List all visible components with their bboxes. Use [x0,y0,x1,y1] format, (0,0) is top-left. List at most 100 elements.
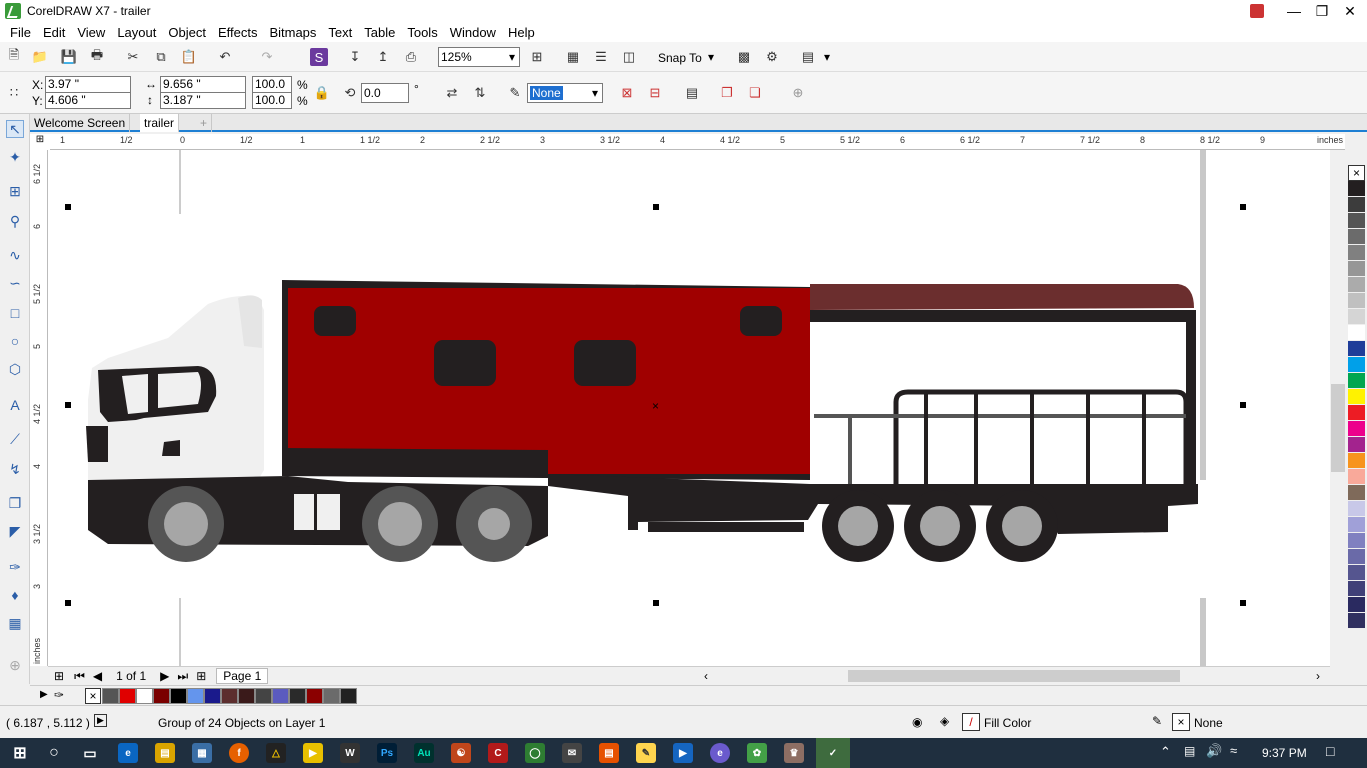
menu-help[interactable]: Help [502,25,541,40]
menu-edit[interactable]: Edit [37,25,71,40]
to-front-icon[interactable]: ❐ [718,84,736,102]
open-icon[interactable]: 📁 [31,48,49,66]
document-color-swatch[interactable] [306,688,323,704]
no-fill-swatch[interactable]: × [1348,165,1365,181]
application-launcher-icon[interactable]: ▤ [799,48,817,66]
snap-to-dropdown[interactable]: Snap To [658,51,702,65]
firefox-icon[interactable]: f [229,743,249,763]
publish-pdf-icon[interactable]: ⎙ [402,48,420,66]
store-icon[interactable]: ▦ [192,743,212,763]
color-swatch[interactable] [1348,245,1365,261]
document-color-swatch[interactable] [119,688,136,704]
fill-swatch[interactable]: / [962,713,980,731]
height-field[interactable]: 3.187 " [160,92,246,109]
crop-tool-icon[interactable]: ⊞ [6,182,24,200]
scale-height-field[interactable]: 100.0 [252,92,292,109]
document-color-swatch[interactable] [153,688,170,704]
horizontal-scroll-thumb[interactable] [848,670,1180,682]
import-icon[interactable]: ↧ [346,48,364,66]
show-rulers-icon[interactable]: ☰ [592,48,610,66]
app-icon-office[interactable]: ▤ [599,743,619,763]
rotate-icon[interactable]: ⟲ [341,84,359,102]
outline-swatch[interactable]: × [1172,713,1190,731]
color-swatch[interactable] [1348,261,1365,277]
rectangle-tool-icon[interactable]: □ [6,304,24,322]
document-color-swatch[interactable] [255,688,272,704]
align-distribute-icon[interactable]: ▤ [683,84,701,102]
smart-fill-icon[interactable]: ▦ [6,614,24,632]
horizontal-scrollbar[interactable]: ‹ › [700,666,1330,685]
menu-table[interactable]: Table [358,25,401,40]
file-explorer-icon[interactable]: ▤ [155,743,175,763]
clock[interactable]: 9:37 PM [1262,746,1307,760]
drop-shadow-icon[interactable]: ❐ [6,494,24,512]
vertical-ruler[interactable]: 6 1/2 6 5 1/2 5 4 1/2 4 3 1/2 3 inches [30,150,48,666]
page-options-icon[interactable]: ⊞ [54,669,64,683]
play-icon[interactable]: ▶ [94,714,107,727]
mirror-vertical-icon[interactable]: ⇅ [471,84,489,102]
color-proof-icon[interactable]: ◉ [912,715,922,729]
copy-icon[interactable]: ⧉ [152,48,170,66]
first-page-icon[interactable]: ⏮ [74,669,85,684]
color-palette[interactable]: × [1348,165,1367,665]
color-swatch[interactable] [1348,565,1365,581]
windows-start-icon[interactable]: ⊞ [10,743,30,763]
document-color-swatch[interactable] [187,688,204,704]
app-icon-multicolor[interactable]: ✿ [747,743,767,763]
search-content-icon[interactable]: S [310,48,328,66]
polygon-tool-icon[interactable]: ⬡ [6,360,24,378]
text-tool-icon[interactable]: A [6,396,24,414]
palette-arrow-icon[interactable]: ▶ [40,689,48,700]
app-icon-purple[interactable]: e [710,743,730,763]
color-swatch[interactable] [1348,437,1365,453]
color-swatch[interactable] [1348,389,1365,405]
trailer-artwork[interactable]: × [48,150,1330,666]
scale-width-field[interactable]: 100.0 [252,76,292,93]
x-position-field[interactable]: 3.97 " [45,76,131,93]
color-swatch[interactable] [1348,229,1365,245]
lock-ratio-icon[interactable]: 🔒 [313,84,331,102]
color-swatch[interactable] [1348,197,1365,213]
menu-view[interactable]: View [71,25,111,40]
color-swatch[interactable] [1348,485,1365,501]
last-page-icon[interactable]: ⏭ [177,669,188,684]
scroll-right-icon[interactable]: › [1316,669,1320,683]
combine-icon[interactable]: ⊠ [618,84,636,102]
cut-icon[interactable]: ✂ [124,48,142,66]
vertical-scroll-thumb[interactable] [1331,384,1345,472]
document-palette[interactable]: ▶ ✑ × [30,685,1367,705]
menu-bitmaps[interactable]: Bitmaps [263,25,322,40]
add-icon[interactable]: ⊕ [789,84,807,102]
color-swatch[interactable] [1348,309,1365,325]
previous-page-icon[interactable]: ◀ [93,669,102,683]
add-tool-icon[interactable]: ⊕ [6,656,24,674]
coreldraw-taskbar-icon[interactable]: ✓ [816,738,850,768]
menu-layout[interactable]: Layout [111,25,162,40]
ruler-origin-icon[interactable]: ⊞ [30,134,50,150]
zoom-tool-icon[interactable]: ⚲ [6,212,24,230]
document-color-swatch[interactable] [204,688,221,704]
edge-icon[interactable]: e [118,743,138,763]
break-apart-icon[interactable]: ⊟ [646,84,664,102]
app-icon-a[interactable]: △ [266,743,286,763]
app-icon-crown[interactable]: ♛ [784,743,804,763]
document-color-swatch[interactable] [289,688,306,704]
new-document-icon[interactable]: 🗎 [5,47,23,66]
scroll-left-icon[interactable]: ‹ [704,669,708,683]
to-back-icon[interactable]: ❏ [746,84,764,102]
audition-icon[interactable]: Au [414,743,434,763]
color-swatch[interactable] [1348,549,1365,565]
close-button[interactable]: ✕ [1336,0,1364,22]
app-icon-bw[interactable]: W [340,743,360,763]
pick-tool-icon[interactable]: ↖ [6,120,24,138]
color-swatch[interactable] [1348,517,1365,533]
minimize-button[interactable]: — [1280,0,1308,22]
color-swatch[interactable] [1348,469,1365,485]
eyedropper-icon[interactable]: ✑ [54,688,64,702]
save-icon[interactable]: 💾 [60,48,78,66]
menu-effects[interactable]: Effects [212,25,264,40]
connector-tool-icon[interactable]: ↯ [6,460,24,478]
color-swatch[interactable] [1348,181,1365,197]
options-icon[interactable]: ⚙ [763,48,781,66]
document-color-swatch[interactable] [136,688,153,704]
